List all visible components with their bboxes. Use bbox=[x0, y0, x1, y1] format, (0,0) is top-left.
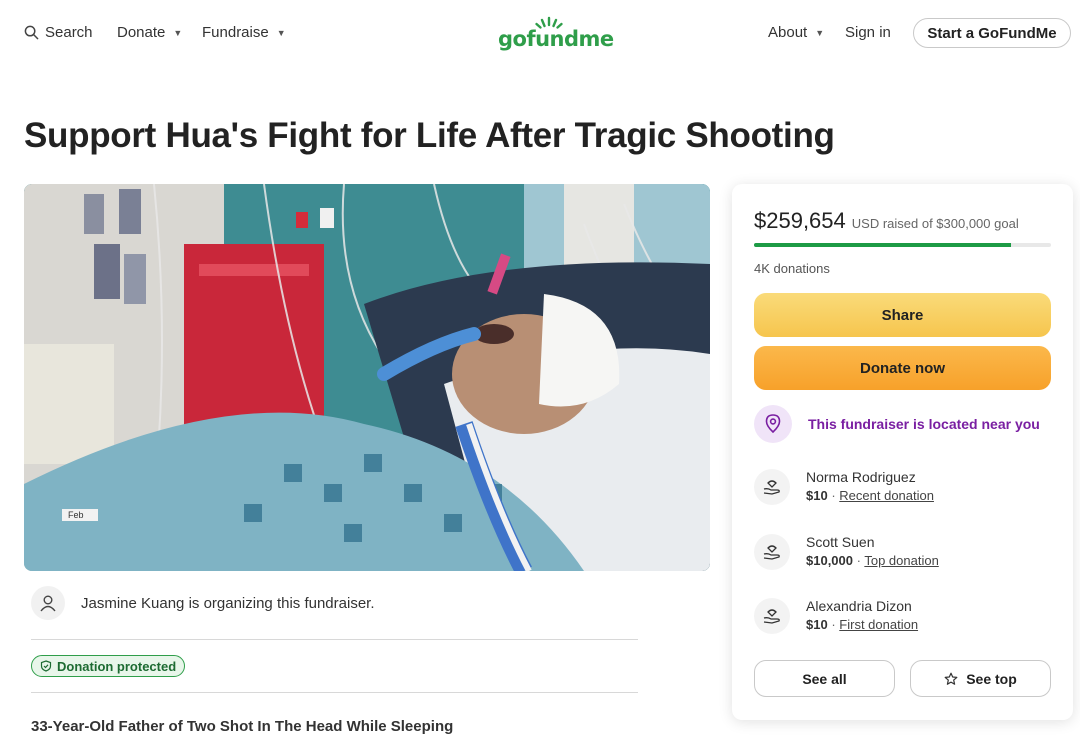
divider bbox=[31, 639, 638, 640]
search-icon bbox=[24, 25, 39, 40]
campaign-photo[interactable]: Feb bbox=[24, 184, 710, 571]
near-you-text: This fundraiser is located near you bbox=[808, 416, 1040, 432]
share-button[interactable]: Share bbox=[754, 293, 1051, 337]
raised-summary: $259,654 USD raised of $300,000 goal bbox=[754, 208, 1019, 234]
start-gofundme-button[interactable]: Start a GoFundMe bbox=[913, 18, 1071, 48]
donation-hand-icon bbox=[754, 469, 790, 505]
donate-menu-label: Donate bbox=[117, 24, 166, 41]
see-all-button[interactable]: See all bbox=[754, 660, 895, 697]
donor-meta: $10 · Recent donation bbox=[806, 487, 934, 505]
story-heading: 33-Year-Old Father of Two Shot In The He… bbox=[31, 718, 454, 735]
donor-amount: $10 bbox=[806, 617, 828, 632]
donation-count: 4K donations bbox=[754, 261, 830, 276]
about-menu-label: About bbox=[768, 24, 808, 41]
search-label: Search bbox=[45, 24, 93, 41]
near-you-notice: This fundraiser is located near you bbox=[754, 405, 1040, 443]
donation-protected-label: Donation protected bbox=[57, 658, 177, 674]
fundraise-menu-label: Fundraise bbox=[202, 24, 269, 41]
location-pin-icon bbox=[754, 405, 792, 443]
donor-amount: $10,000 bbox=[806, 553, 853, 568]
donate-menu[interactable]: Donate ▼ bbox=[117, 24, 182, 41]
about-menu[interactable]: About ▼ bbox=[768, 24, 824, 41]
chevron-down-icon: ▼ bbox=[173, 27, 183, 38]
gofundme-logo[interactable]: gofundme bbox=[498, 16, 614, 52]
divider bbox=[31, 692, 638, 693]
donation-hand-icon bbox=[754, 534, 790, 570]
see-all-label: See all bbox=[802, 670, 847, 687]
chevron-down-icon: ▼ bbox=[276, 27, 286, 38]
logo-text: gofundme bbox=[498, 27, 614, 51]
recent-donation-link[interactable]: Recent donation bbox=[839, 488, 934, 503]
donation-hand-icon bbox=[754, 598, 790, 634]
donor-name: Alexandria Dizon bbox=[806, 598, 912, 614]
top-donation-link[interactable]: Top donation bbox=[864, 553, 938, 568]
see-top-button[interactable]: See top bbox=[910, 660, 1051, 697]
donor-row: Scott Suen $10,000 · Top donation bbox=[754, 532, 939, 570]
first-donation-link[interactable]: First donation bbox=[839, 617, 918, 632]
campaign-photo-illustration: Feb bbox=[24, 184, 710, 571]
see-top-label: See top bbox=[966, 670, 1017, 687]
avatar bbox=[31, 586, 65, 620]
donation-card: $259,654 USD raised of $300,000 goal 4K … bbox=[732, 184, 1073, 720]
sign-in-link[interactable]: Sign in bbox=[845, 24, 891, 41]
donation-protected-badge[interactable]: Donation protected bbox=[31, 655, 186, 677]
donor-row: Norma Rodriguez $10 · Recent donation bbox=[754, 467, 934, 505]
organizer-row: Jasmine Kuang is organizing this fundrai… bbox=[31, 586, 375, 620]
search-button[interactable]: Search bbox=[24, 24, 93, 41]
fundraise-menu[interactable]: Fundraise ▼ bbox=[202, 24, 286, 41]
organizer-text: Jasmine Kuang is organizing this fundrai… bbox=[81, 594, 375, 612]
raised-goal-text: USD raised of $300,000 goal bbox=[851, 216, 1019, 231]
donate-now-button[interactable]: Donate now bbox=[754, 346, 1051, 390]
top-nav: Search Donate ▼ Fundraise ▼ gofundme Abo… bbox=[0, 0, 1080, 66]
donor-meta: $10,000 · Top donation bbox=[806, 552, 939, 570]
user-icon bbox=[40, 595, 56, 612]
progress-bar-fill bbox=[754, 243, 1012, 247]
photo-label: Feb bbox=[68, 510, 84, 520]
donor-amount: $10 bbox=[806, 488, 828, 503]
page-title: Support Hua's Fight for Life After Tragi… bbox=[24, 116, 835, 155]
donor-row: Alexandria Dizon $10 · First donation bbox=[754, 596, 918, 634]
chevron-down-icon: ▼ bbox=[815, 27, 825, 38]
progress-bar bbox=[754, 243, 1051, 247]
star-icon bbox=[944, 672, 958, 685]
shield-icon bbox=[40, 660, 52, 672]
raised-amount: $259,654 bbox=[754, 208, 846, 233]
donor-meta: $10 · First donation bbox=[806, 616, 918, 634]
donor-name: Norma Rodriguez bbox=[806, 469, 916, 485]
donor-name: Scott Suen bbox=[806, 534, 875, 550]
sign-in-label: Sign in bbox=[845, 24, 891, 41]
